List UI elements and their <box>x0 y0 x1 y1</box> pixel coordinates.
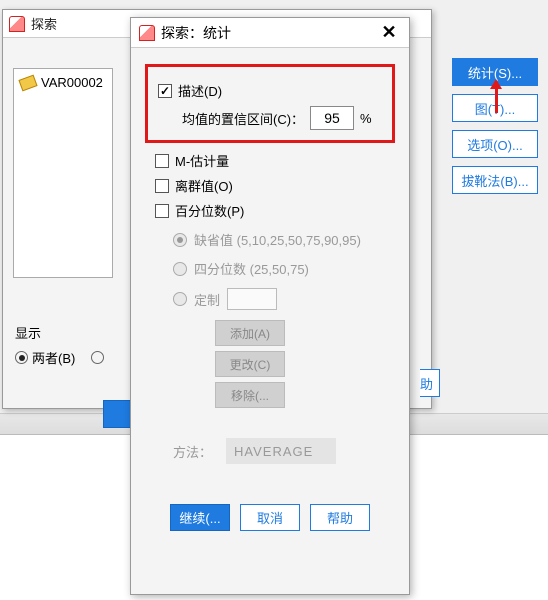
radio-icon <box>173 262 187 276</box>
outliers-checkbox[interactable]: 离群值(O) <box>155 176 395 195</box>
default-percentiles-radio: 缺省值 (5,10,25,50,75,90,95) <box>173 230 395 249</box>
bootstrap-button[interactable]: 拔靴法(B)... <box>452 166 538 194</box>
method-value: HAVERAGE <box>226 438 336 464</box>
app-icon <box>139 25 155 41</box>
display-section: 显示 两者(B) <box>15 323 104 367</box>
percentiles-label: 百分位数(P) <box>175 201 244 220</box>
radio-icon <box>173 233 187 247</box>
quartiles-radio: 四分位数 (25,50,75) <box>173 259 395 278</box>
custom-label: 定制 <box>194 290 220 309</box>
help-button-partial[interactable]: 助 <box>420 369 440 397</box>
checkbox-icon <box>155 179 169 193</box>
statistics-title: 探索：统计 <box>161 23 371 43</box>
variable-list[interactable]: VAR00002 <box>13 68 113 278</box>
variable-name: VAR00002 <box>41 75 103 90</box>
describe-checkbox[interactable]: 描述(D) <box>158 81 382 100</box>
outliers-label: 离群值(O) <box>175 176 233 195</box>
change-button: 更改(C) <box>215 351 285 377</box>
app-icon <box>9 16 25 32</box>
variable-item[interactable]: VAR00002 <box>18 73 108 92</box>
highlight-annotation: 描述(D) 均值的置信区间(C)： % <box>145 64 395 143</box>
default-pct-label: 缺省值 (5,10,25,50,75,90,95) <box>194 230 361 249</box>
custom-input <box>227 288 277 310</box>
quartiles-label: 四分位数 (25,50,75) <box>194 259 309 278</box>
statistics-titlebar: 探索：统计 ✕ <box>131 18 409 48</box>
ci-label: 均值的置信区间(C)： <box>182 109 304 128</box>
radio-icon <box>15 351 28 364</box>
custom-radio: 定制 <box>173 288 395 310</box>
help-button[interactable]: 帮助 <box>310 504 370 531</box>
annotation-arrow <box>495 89 498 113</box>
options-button[interactable]: 选项(O)... <box>452 130 538 158</box>
describe-label: 描述(D) <box>178 81 222 100</box>
remove-button: 移除(... <box>215 382 285 408</box>
cancel-button[interactable]: 取消 <box>240 504 300 531</box>
add-button: 添加(A) <box>215 320 285 346</box>
m-estimators-checkbox[interactable]: M-估计量 <box>155 151 395 170</box>
both-label: 两者(B) <box>32 348 75 367</box>
checkbox-icon <box>155 204 169 218</box>
display-label: 显示 <box>15 323 104 342</box>
checkbox-icon <box>158 84 172 98</box>
radio-icon <box>91 351 104 364</box>
statistics-dialog: 探索：统计 ✕ 描述(D) 均值的置信区间(C)： % M-估计量 离群值(O) <box>130 17 410 595</box>
scale-icon <box>18 74 37 91</box>
checkbox-icon <box>155 154 169 168</box>
ci-input[interactable] <box>310 106 354 130</box>
close-icon[interactable]: ✕ <box>377 22 401 43</box>
continue-button[interactable]: 继续(... <box>170 504 230 531</box>
radio-icon <box>173 292 187 306</box>
display-both-radio[interactable]: 两者(B) <box>15 348 104 367</box>
m-est-label: M-估计量 <box>175 151 229 170</box>
explore-title: 探索 <box>31 14 57 33</box>
method-label: 方法： <box>173 442 212 461</box>
ci-unit: % <box>360 111 372 126</box>
percentiles-checkbox[interactable]: 百分位数(P) <box>155 201 395 220</box>
